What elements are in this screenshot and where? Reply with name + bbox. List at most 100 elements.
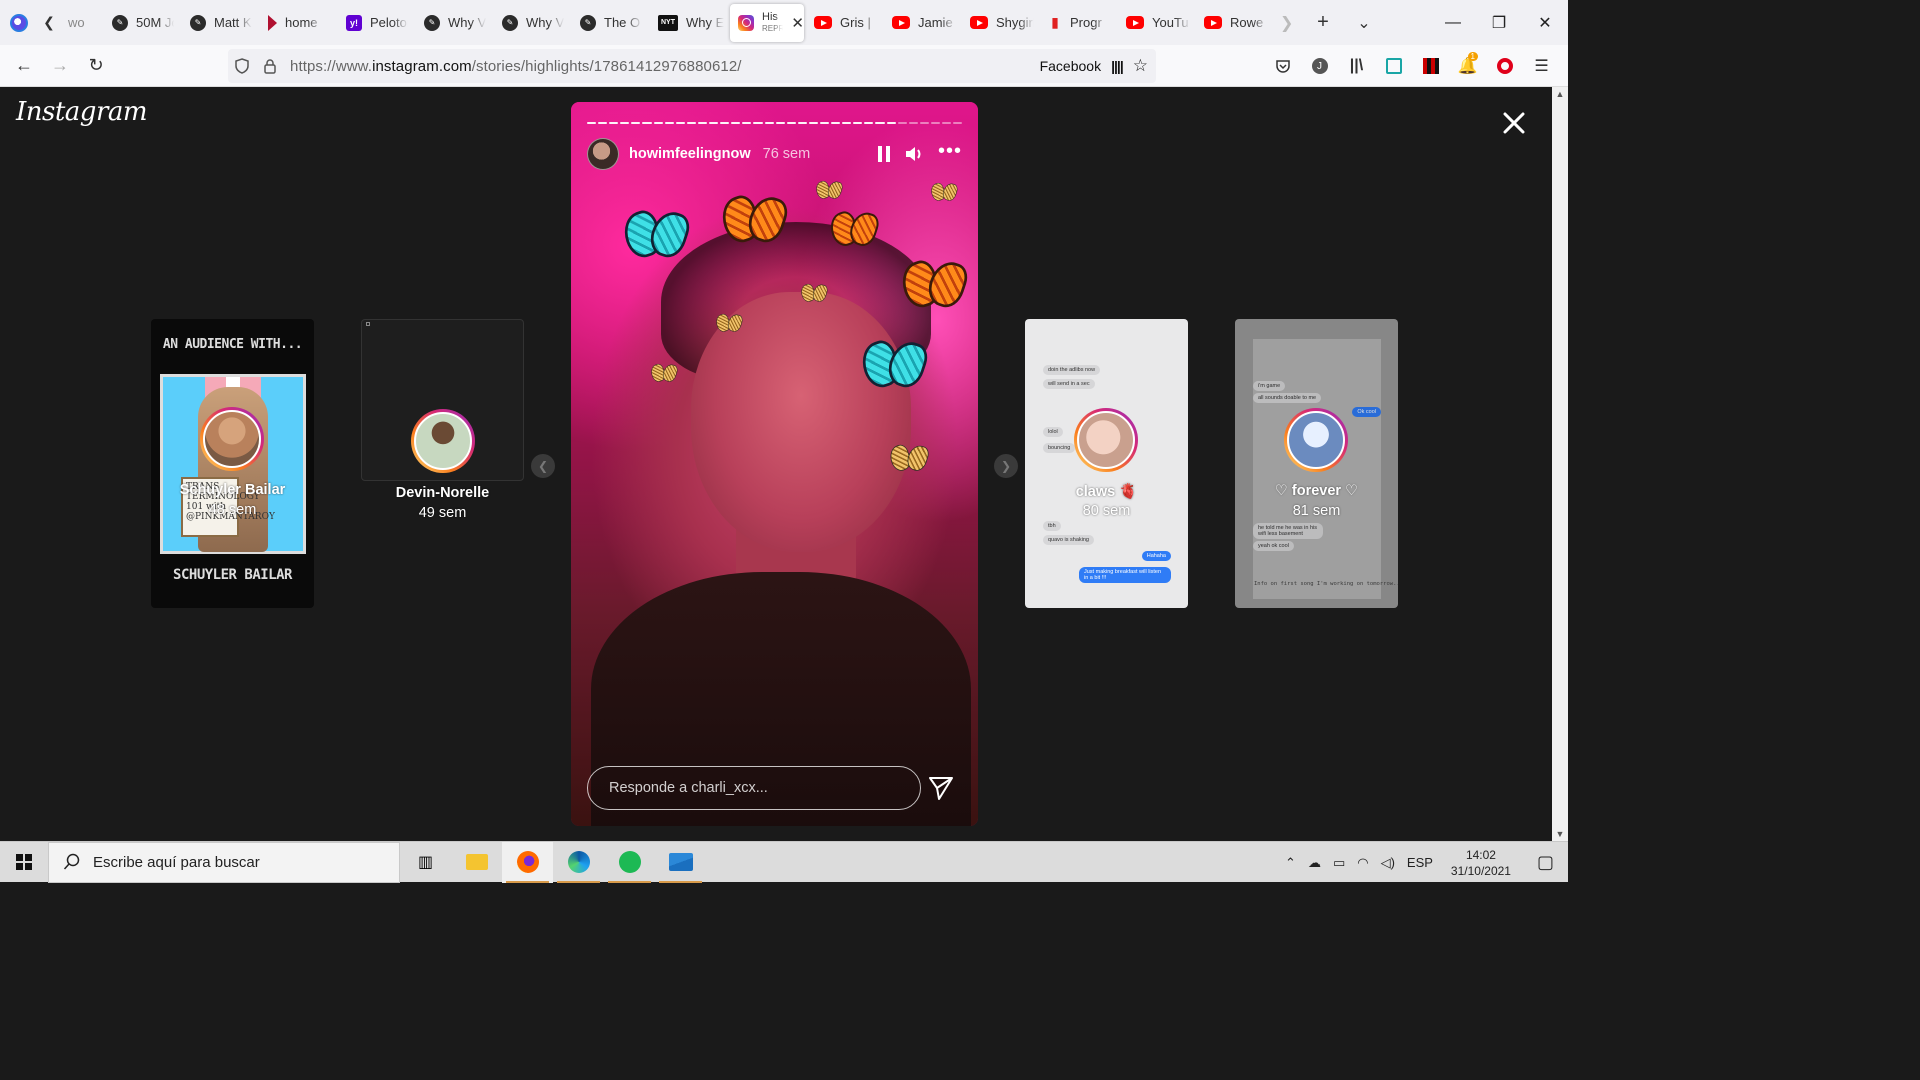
youtube-icon	[1204, 16, 1222, 29]
progress-segment	[786, 122, 796, 124]
show-hidden-icons-icon[interactable]: ⌃	[1279, 855, 1302, 871]
reply-input[interactable]	[587, 766, 921, 810]
progress-segment	[709, 122, 719, 124]
progress-segment	[609, 122, 619, 124]
minimize-icon[interactable]: —	[1430, 0, 1476, 45]
tab[interactable]: y! Peloton	[338, 0, 416, 45]
progress-segment	[842, 122, 852, 124]
file-explorer-button[interactable]	[451, 842, 502, 883]
spotify-taskbar-button[interactable]	[604, 842, 655, 883]
bookmark-star-icon[interactable]: ☆	[1133, 56, 1148, 76]
forward-button[interactable]: →	[42, 50, 78, 82]
back-button[interactable]: ←	[6, 50, 42, 82]
firefox-icon	[516, 851, 539, 873]
tab[interactable]: ✎ 50M Jo	[104, 0, 182, 45]
previous-story-button[interactable]: ❮	[531, 454, 555, 478]
next-story-button[interactable]: ❯	[994, 454, 1018, 478]
menu-hamburger-icon[interactable]: ☰	[1523, 50, 1560, 82]
progress-segment	[731, 122, 741, 124]
tab[interactable]: Shygirl	[962, 0, 1040, 45]
send-message-icon[interactable]	[927, 774, 955, 802]
tab[interactable]: YouTu	[1118, 0, 1196, 45]
story-preview-claws[interactable]: doin the adlibs now will send in a sec l…	[1025, 319, 1188, 608]
window-controls: — ❐ ✕	[1430, 0, 1568, 45]
story-username[interactable]: howimfeelingnow	[629, 146, 751, 162]
tab[interactable]: ✎ Why V	[494, 0, 572, 45]
edge-icon	[567, 851, 590, 873]
close-story-viewer-icon[interactable]	[1498, 107, 1530, 139]
more-options-icon[interactable]: •••	[938, 141, 962, 162]
butterfly-sticker	[723, 196, 785, 239]
tab[interactable]: ✎ Why V	[416, 0, 494, 45]
reload-button[interactable]: ↻	[78, 50, 114, 82]
tab[interactable]: ✎ The O	[572, 0, 650, 45]
butterfly-sticker	[863, 341, 925, 384]
window-close-icon[interactable]: ✕	[1522, 0, 1568, 45]
tab-scroll-left-button[interactable]: ❮	[38, 8, 60, 38]
story-preview-devin-norelle-caption[interactable]: Devin-Norelle 49 sem	[361, 481, 524, 608]
scroll-up-icon[interactable]: ▲	[1552, 87, 1568, 101]
account-avatar-icon[interactable]: J	[1301, 50, 1338, 82]
instagram-logo[interactable]: Instagram	[16, 97, 148, 127]
story-owner-name: Schuyler Bailar	[179, 482, 286, 498]
pocket-icon[interactable]	[1264, 50, 1301, 82]
tab[interactable]: ▮ Progr	[1040, 0, 1118, 45]
tab[interactable]: home	[260, 0, 338, 45]
progress-segment	[598, 122, 608, 124]
task-view-button[interactable]: ▥	[400, 842, 451, 883]
tab[interactable]: ✎ Matt K	[182, 0, 260, 45]
mail-taskbar-button[interactable]	[655, 842, 706, 883]
vertical-scrollbar[interactable]: ▲ ▼	[1552, 87, 1568, 841]
tab-actions: ❯ + ⌄	[1280, 0, 1382, 45]
battery-icon[interactable]: ▭	[1327, 855, 1351, 871]
input-language[interactable]: ESP	[1401, 855, 1439, 870]
firefox-taskbar-button[interactable]	[502, 841, 553, 883]
qr-extension-icon[interactable]	[1412, 50, 1449, 82]
tab-scroll-right-icon[interactable]: ❯	[1280, 13, 1300, 33]
progress-segment	[720, 122, 730, 124]
story-preview-devin-norelle[interactable]	[361, 319, 524, 481]
save-extension-icon[interactable]	[1375, 50, 1412, 82]
list-all-tabs-icon[interactable]: ⌄	[1346, 13, 1382, 33]
lock-icon[interactable]	[256, 58, 284, 74]
progress-segment	[664, 122, 674, 124]
onedrive-icon[interactable]: ☁	[1302, 855, 1327, 871]
progress-segment	[864, 122, 874, 124]
tab[interactable]: NYT Why E	[650, 0, 728, 45]
volume-tray-icon[interactable]: ◁)	[1375, 855, 1401, 871]
tab-active[interactable]: His REPR ✕	[730, 3, 804, 42]
reader-view-icon[interactable]: ||||	[1111, 58, 1124, 74]
new-tab-icon[interactable]: +	[1300, 11, 1346, 34]
firefox-view-button[interactable]	[0, 0, 38, 45]
tracking-protection-shield-icon[interactable]	[228, 58, 256, 74]
tab[interactable]: Gris |	[806, 0, 884, 45]
search-icon	[63, 853, 80, 870]
tab[interactable]: Rowe	[1196, 0, 1274, 45]
edge-taskbar-button[interactable]	[553, 842, 604, 883]
facebook-container-label[interactable]: Facebook	[1040, 58, 1101, 74]
restore-icon[interactable]: ❐	[1476, 0, 1522, 45]
volume-icon[interactable]	[904, 145, 924, 163]
progress-segment	[919, 122, 929, 124]
active-story[interactable]: howimfeelingnow 76 sem •••	[571, 102, 978, 826]
youtube-icon	[892, 16, 910, 29]
tab[interactable]: Jamie	[884, 0, 962, 45]
fleet-icon: ✎	[424, 14, 440, 31]
address-bar[interactable]: https://www.instagram.com/stories/highli…	[228, 49, 1156, 83]
tab[interactable]: wo	[60, 0, 104, 45]
wifi-icon[interactable]: ◠	[1351, 855, 1374, 871]
close-tab-icon[interactable]: ✕	[791, 14, 804, 32]
system-tray: ⌃ ☁ ▭ ◠ ◁) ESP 14:02 31/10/2021 ▢	[1279, 842, 1568, 883]
notification-center-icon[interactable]: ▢	[1523, 852, 1568, 873]
story-owner-avatar[interactable]	[587, 138, 619, 170]
story-preview-forever[interactable]: i'm game all sounds doable to me Ok cool…	[1235, 319, 1398, 608]
clock[interactable]: 14:02 31/10/2021	[1439, 847, 1523, 879]
story-preview-schuyler-bailar[interactable]: AN AUDIENCE WITH... TRANS TERMINOLOGY 10…	[151, 319, 314, 608]
scroll-down-icon[interactable]: ▼	[1552, 827, 1568, 841]
library-icon[interactable]: ||\	[1338, 50, 1375, 82]
notification-extension-icon[interactable]: 🔔 1	[1449, 50, 1486, 82]
start-button[interactable]	[0, 842, 48, 883]
opera-extension-icon[interactable]	[1486, 50, 1523, 82]
taskbar-search[interactable]: Escribe aquí para buscar	[48, 841, 400, 883]
pause-icon[interactable]	[877, 146, 890, 162]
